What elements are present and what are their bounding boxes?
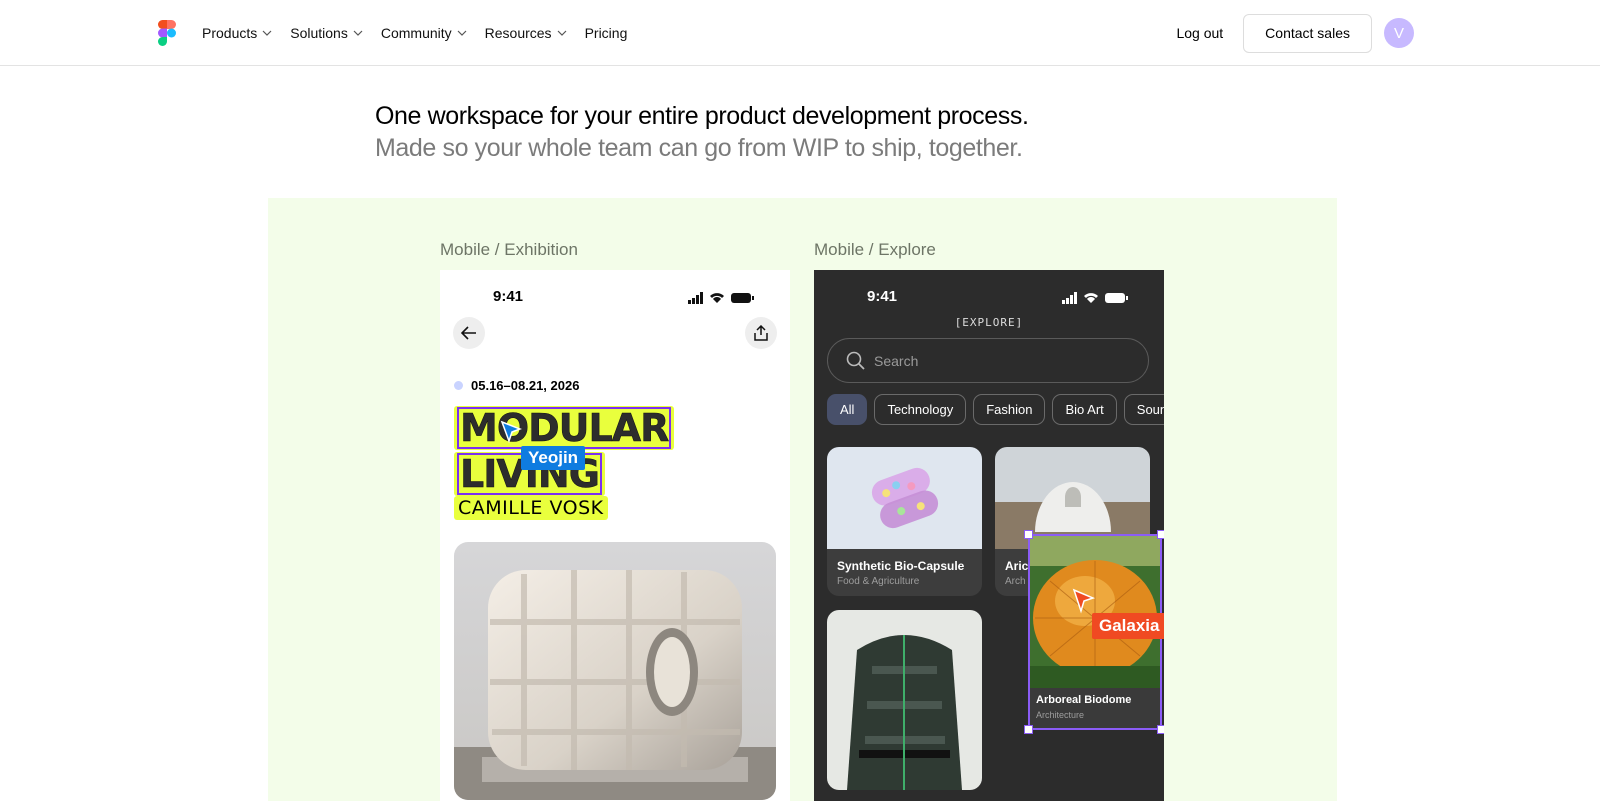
card-category: Architecture bbox=[1036, 710, 1085, 720]
nav-community-label: Community bbox=[380, 25, 452, 41]
bio-capsule-image bbox=[827, 447, 982, 549]
chip-sound[interactable]: Soun bbox=[1123, 394, 1164, 425]
chevron-down-icon bbox=[557, 30, 566, 36]
hero-line-2: Made so your whole team can go from WIP … bbox=[375, 134, 1023, 162]
chevron-down-icon bbox=[262, 30, 272, 36]
back-button[interactable] bbox=[453, 317, 485, 349]
card-category: Arch bbox=[1005, 576, 1026, 587]
search-input[interactable]: Search bbox=[827, 338, 1149, 383]
frame-label-explore: Mobile / Explore bbox=[814, 240, 936, 259]
search-placeholder: Search bbox=[874, 352, 919, 369]
signal-wifi-battery-icon bbox=[688, 292, 754, 304]
logout-link[interactable]: Log out bbox=[1176, 25, 1223, 41]
status-bar: 9:41 bbox=[440, 288, 790, 308]
nav-products[interactable]: Products bbox=[202, 25, 272, 41]
user-avatar[interactable]: V bbox=[1384, 18, 1414, 48]
hero-heading: One workspace for your entire product de… bbox=[375, 100, 1029, 164]
cursor-pointer-icon bbox=[1072, 588, 1096, 614]
resize-handle[interactable] bbox=[1024, 530, 1033, 539]
nav-pricing-label: Pricing bbox=[584, 25, 628, 41]
author-name[interactable]: CAMILLE VOSK bbox=[454, 496, 608, 520]
card-category: Food & Agriculture bbox=[837, 576, 920, 587]
share-icon bbox=[754, 325, 768, 341]
resize-handle[interactable] bbox=[1157, 725, 1164, 734]
chip-bio-art[interactable]: Bio Art bbox=[1052, 394, 1117, 425]
collaborator-tag-galaxia: Galaxia bbox=[1092, 613, 1164, 639]
figma-logo-icon[interactable] bbox=[158, 20, 176, 46]
resize-handle[interactable] bbox=[1024, 725, 1033, 734]
status-time: 9:41 bbox=[493, 288, 524, 305]
signal-wifi-battery-icon bbox=[1062, 292, 1128, 304]
cursor-pointer-icon bbox=[500, 420, 522, 444]
card-title: Arboreal Biodome bbox=[1036, 694, 1132, 706]
chip-all[interactable]: All bbox=[827, 394, 868, 425]
nav-community[interactable]: Community bbox=[381, 25, 467, 41]
frame-label-exhibition: Mobile / Exhibition bbox=[440, 240, 578, 259]
explore-header: [EXPLORE] bbox=[954, 316, 1024, 329]
main-nav: Products Solutions Community Resources P… bbox=[202, 0, 627, 66]
canvas-preview: Mobile / Exhibition Mobile / Explore 9:4… bbox=[268, 198, 1337, 801]
resize-handle[interactable] bbox=[1157, 530, 1164, 539]
card-jacket[interactable] bbox=[827, 610, 982, 790]
contact-sales-button[interactable]: Contact sales bbox=[1243, 13, 1372, 53]
filter-chips: All Technology Fashion Bio Art Soun bbox=[827, 394, 1164, 425]
chip-technology[interactable]: Technology bbox=[874, 394, 967, 425]
card-title: Aric bbox=[1005, 559, 1029, 573]
nav-resources[interactable]: Resources bbox=[485, 25, 567, 41]
exhibition-phone-frame: 9:41 05.16–08.21, 2026 MODULAR LIVING CA… bbox=[440, 270, 790, 801]
status-bar: 9:41 bbox=[814, 288, 1164, 308]
status-time: 9:41 bbox=[867, 288, 898, 305]
nav-actions: Log out Contact sales V bbox=[1176, 0, 1414, 66]
nav-products-label: Products bbox=[202, 25, 258, 41]
nav-solutions[interactable]: Solutions bbox=[290, 25, 363, 41]
title-line-1-text: MODULAR bbox=[456, 406, 672, 450]
nav-pricing[interactable]: Pricing bbox=[585, 25, 628, 41]
nav-solutions-label: Solutions bbox=[290, 25, 348, 41]
arrow-left-icon bbox=[461, 326, 476, 340]
collaborator-tag-yeojin: Yeojin bbox=[521, 446, 586, 470]
explore-phone-frame: 9:41 [EXPLORE] Search All Technology Fas… bbox=[814, 270, 1164, 801]
share-button[interactable] bbox=[745, 317, 777, 349]
top-navigation: Products Solutions Community Resources P… bbox=[0, 0, 1600, 66]
chip-fashion[interactable]: Fashion bbox=[973, 394, 1046, 425]
card-synthetic-bio-capsule[interactable]: Synthetic Bio-Capsule Food & Agriculture bbox=[827, 447, 982, 596]
card-title: Synthetic Bio-Capsule bbox=[837, 559, 965, 573]
nav-resources-label: Resources bbox=[484, 25, 552, 41]
date-dot bbox=[454, 381, 463, 390]
hero-line-1: One workspace for your entire product de… bbox=[375, 102, 1029, 130]
chevron-down-icon bbox=[353, 30, 363, 36]
jacket-image bbox=[827, 610, 982, 790]
search-icon bbox=[846, 351, 865, 370]
exhibition-dates: 05.16–08.21, 2026 bbox=[454, 378, 579, 393]
date-text: 05.16–08.21, 2026 bbox=[471, 378, 580, 393]
title-line-1[interactable]: MODULAR bbox=[454, 406, 675, 450]
modular-pod-image bbox=[454, 542, 776, 800]
chevron-down-icon bbox=[457, 30, 467, 36]
